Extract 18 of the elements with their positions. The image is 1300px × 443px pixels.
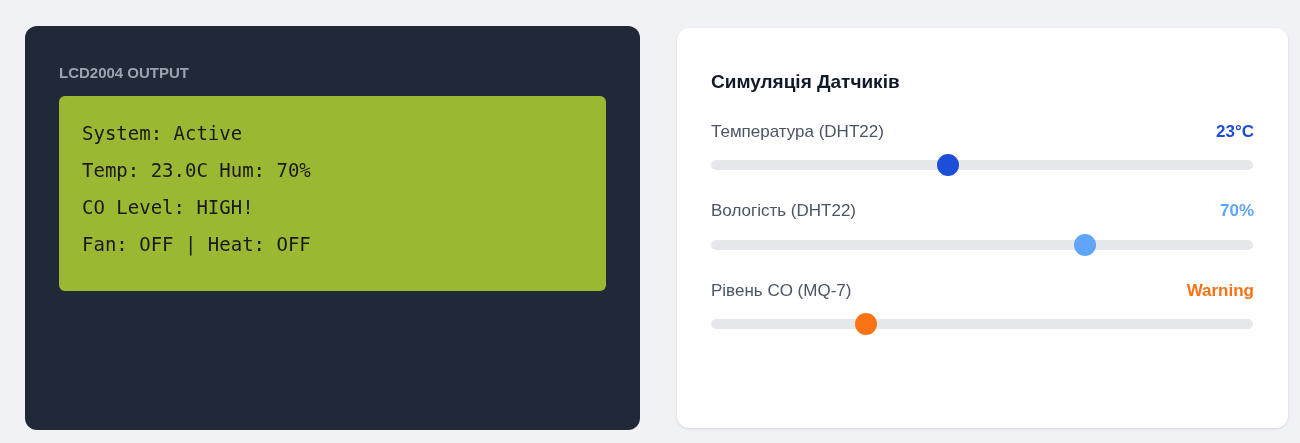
lcd-line: System: Active	[82, 120, 244, 146]
sensor-label: Вологість (DHT22)	[711, 200, 856, 222]
slider[interactable]	[711, 313, 1253, 335]
lcd-line: Fan: OFF | Heat: OFF	[82, 231, 312, 258]
lcd-line: CO Level: HIGH!	[82, 194, 255, 220]
slider-thumb[interactable]	[936, 154, 959, 176]
slider[interactable]	[711, 154, 1253, 176]
slider-thumb[interactable]	[1073, 233, 1096, 256]
sensor-reading: Warning	[1186, 279, 1254, 302]
sensor-reading: 23°C	[1216, 120, 1254, 143]
lcd-line: Temp: 23.0C Hum: 70%	[82, 157, 312, 183]
slider[interactable]	[711, 233, 1253, 256]
sensor-label: Рівень CO (MQ-7)	[711, 279, 852, 302]
card-title: Симуляція Датчиків	[711, 70, 901, 94]
slider-thumb[interactable]	[855, 313, 877, 335]
sensor-reading: 70%	[1219, 200, 1254, 222]
lcd-title: LCD2004 OUTPUT	[59, 63, 191, 83]
sensor-label: Температура (DHT22)	[711, 120, 884, 143]
